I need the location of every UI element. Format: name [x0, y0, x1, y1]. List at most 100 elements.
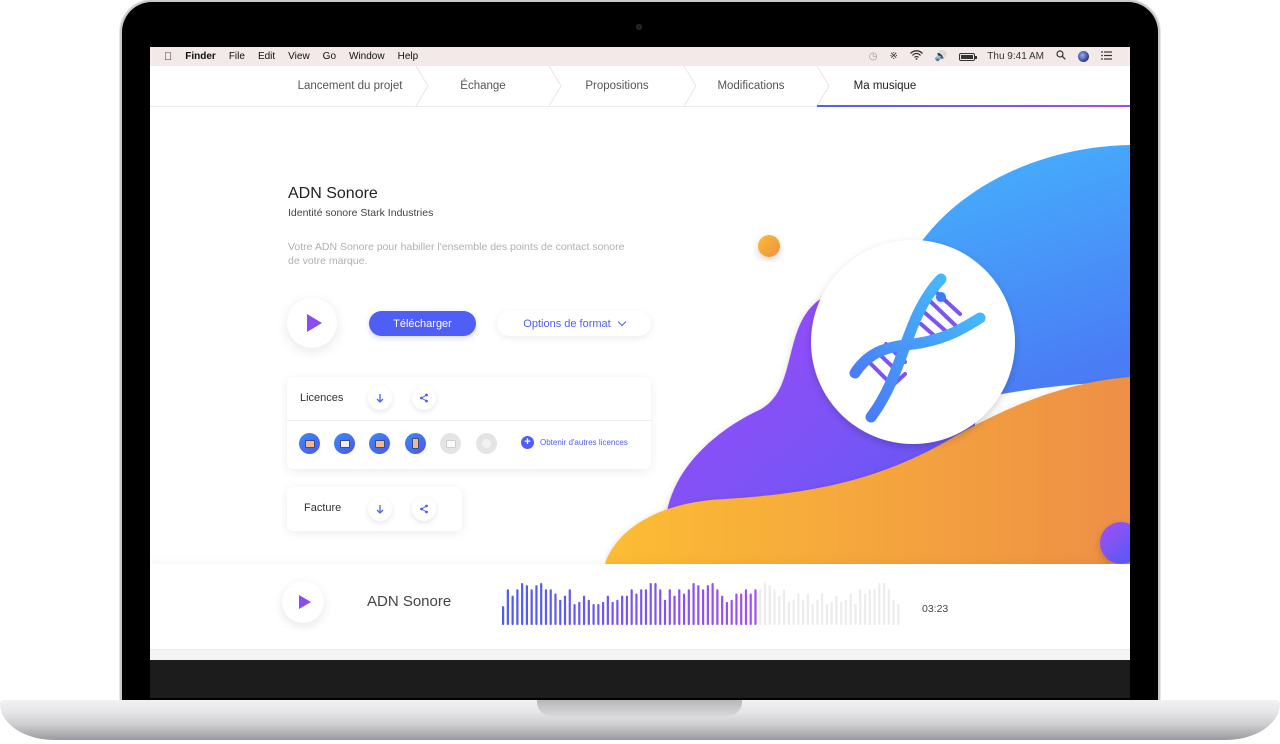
store-licence-icon[interactable] [440, 433, 461, 454]
waveform-bar-played[interactable] [711, 583, 714, 625]
waveform-bar-unplayed[interactable] [768, 585, 771, 625]
waveform-bar-played[interactable] [640, 589, 643, 625]
waveform-bar-played[interactable] [635, 593, 638, 626]
waveform-bar-played[interactable] [663, 599, 667, 625]
waveform-bar-played[interactable] [649, 583, 652, 625]
waveform-bar-played[interactable] [678, 589, 681, 625]
waveform-bar-unplayed[interactable] [892, 599, 895, 625]
waveform-bar-unplayed[interactable] [773, 589, 776, 625]
battery-icon[interactable] [959, 52, 978, 61]
waveform-bar-unplayed[interactable] [759, 589, 762, 625]
waveform-bar-played[interactable] [668, 589, 671, 625]
format-options-dropdown[interactable]: Options de format [497, 311, 651, 336]
waveform-bar-played[interactable] [573, 604, 576, 625]
waveform-bar-played[interactable] [568, 589, 571, 625]
waveform-bar-played[interactable] [611, 601, 614, 625]
notification-center-icon[interactable] [1101, 50, 1112, 63]
menu-file[interactable]: File [229, 51, 245, 62]
waveform-bar-played[interactable] [702, 589, 705, 625]
waveform-bar-unplayed[interactable] [797, 593, 800, 626]
waveform-bar-played[interactable] [582, 595, 586, 625]
waveform-bar-played[interactable] [554, 593, 557, 626]
menu-help[interactable]: Help [398, 51, 419, 62]
player-play-button[interactable] [282, 581, 324, 623]
waveform-bar-unplayed[interactable] [835, 595, 838, 625]
time-machine-icon[interactable]: ◷ [869, 51, 878, 62]
waveform-bar-unplayed[interactable] [816, 599, 819, 625]
waveform-bar-unplayed[interactable] [806, 593, 809, 626]
waveform-bar-unplayed[interactable] [859, 589, 862, 625]
waveform-bar-played[interactable] [630, 589, 633, 625]
waveform-bar-played[interactable] [559, 599, 562, 625]
waveform-bar-played[interactable] [744, 589, 748, 625]
waveform-bar-played[interactable] [597, 604, 600, 625]
waveform-bar-unplayed[interactable] [873, 589, 876, 625]
waveform-bar-unplayed[interactable] [878, 583, 881, 625]
tab-propositions[interactable]: Propositions [562, 66, 672, 106]
waveform-bar-played[interactable] [706, 585, 709, 625]
waveform-bar-played[interactable] [754, 589, 757, 625]
waveform-bar-unplayed[interactable] [792, 599, 795, 625]
waveform-bar-played[interactable] [749, 593, 752, 626]
mobile-licence-icon[interactable] [405, 433, 426, 454]
waveform-bar-unplayed[interactable] [854, 604, 857, 625]
waveform-bar-unplayed[interactable] [787, 601, 790, 625]
tv-licence-icon[interactable] [299, 433, 320, 454]
waveform-bar-played[interactable] [621, 595, 624, 625]
waveform-bar-played[interactable] [735, 593, 738, 626]
facture-download-button[interactable] [368, 497, 392, 521]
waveform-bar-played[interactable] [530, 589, 533, 625]
waveform-bar-played[interactable] [654, 583, 657, 625]
waveform-bar-played[interactable] [697, 585, 700, 625]
menu-view[interactable]: View [288, 51, 310, 62]
waveform-bar-played[interactable] [659, 589, 662, 625]
spotlight-search-icon[interactable] [1056, 50, 1066, 63]
menu-edit[interactable]: Edit [258, 51, 275, 62]
waveform-bar-played[interactable] [502, 606, 505, 625]
apple-icon[interactable]:  [164, 51, 172, 63]
waveform-bar-played[interactable] [578, 601, 581, 625]
waveform-bar-played[interactable] [544, 589, 548, 625]
download-button[interactable]: Télécharger [369, 311, 476, 336]
waveform-bar-unplayed[interactable] [882, 583, 886, 625]
siri-icon[interactable] [1078, 51, 1089, 62]
waveform-bar-played[interactable] [506, 589, 509, 625]
waveform-bar-played[interactable] [644, 589, 648, 625]
licences-share-button[interactable] [412, 386, 436, 410]
waveform-bar-played[interactable] [616, 599, 619, 625]
get-more-licences-link[interactable]: + Obtenir d'autres licences [521, 436, 628, 449]
waveform-bar-played[interactable] [725, 601, 729, 625]
waveform-bar-unplayed[interactable] [811, 604, 814, 625]
waveform-bar-played[interactable] [730, 599, 733, 625]
waveform-bar-played[interactable] [692, 583, 695, 625]
play-button[interactable] [287, 298, 337, 348]
event-licence-icon[interactable] [476, 433, 497, 454]
clock[interactable]: Thu 9:41 AM [987, 51, 1044, 62]
waveform-bar-played[interactable] [563, 595, 567, 625]
waveform-bar-played[interactable] [682, 593, 686, 626]
waveform-bar-played[interactable] [540, 583, 543, 625]
waveform-bar-played[interactable] [516, 589, 519, 625]
waveform-bar-unplayed[interactable] [863, 593, 867, 626]
waveform-bar-unplayed[interactable] [844, 599, 848, 625]
waveform-bar-played[interactable] [740, 593, 743, 626]
menu-window[interactable]: Window [349, 51, 385, 62]
waveform-bar-unplayed[interactable] [849, 593, 852, 626]
tab-echange[interactable]: Échange [428, 66, 538, 106]
waveform-bar-unplayed[interactable] [782, 589, 786, 625]
waveform-bar-unplayed[interactable] [821, 593, 824, 626]
waveform-bar-unplayed[interactable] [868, 589, 871, 625]
waveform-bar-played[interactable] [673, 595, 676, 625]
waveform-bar-unplayed[interactable] [840, 601, 843, 625]
waveform-bar-unplayed[interactable] [802, 599, 805, 625]
waveform-bar-played[interactable] [525, 585, 529, 625]
waveform-bar-unplayed[interactable] [825, 604, 829, 625]
waveform-bar-played[interactable] [592, 604, 595, 625]
waveform-bar-played[interactable] [606, 595, 609, 625]
waveform-bar-played[interactable] [716, 589, 719, 625]
radio-licence-icon[interactable] [334, 433, 355, 454]
waveform-bar-played[interactable] [687, 589, 690, 625]
tab-modifications[interactable]: Modifications [696, 66, 806, 106]
waveform-bar-played[interactable] [535, 585, 538, 625]
wifi-icon[interactable] [909, 50, 923, 63]
